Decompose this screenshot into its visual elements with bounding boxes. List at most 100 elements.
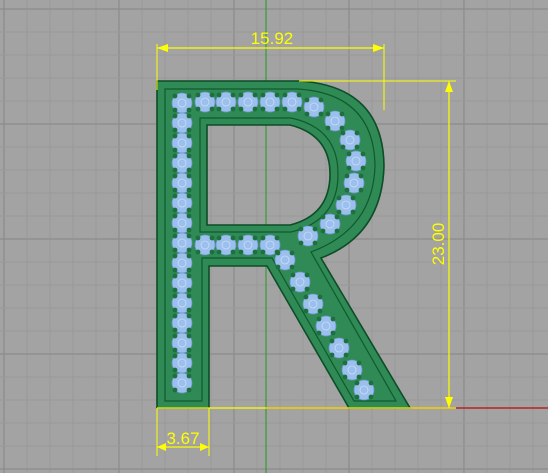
prong: [216, 235, 222, 241]
prong: [172, 227, 178, 233]
prong: [209, 106, 215, 112]
prong: [172, 247, 178, 253]
gem-stone: [171, 372, 193, 394]
prong: [354, 380, 360, 386]
prong: [318, 111, 324, 117]
prong: [274, 92, 280, 98]
prong: [304, 111, 310, 117]
gem-stone: [194, 91, 216, 113]
gem-stone: [171, 352, 193, 374]
prong: [172, 207, 178, 213]
width-dimension-label: 15.92: [251, 29, 294, 48]
prong: [329, 352, 335, 358]
prong: [209, 235, 215, 241]
prong: [289, 250, 295, 256]
prong: [320, 214, 326, 220]
rhino-top-viewport[interactable]: 15.92 23.00 3.67: [0, 0, 548, 473]
prong: [195, 249, 201, 255]
gem-stone: [171, 192, 193, 214]
prong: [186, 133, 192, 139]
gem-stone: [319, 213, 341, 235]
prong: [172, 173, 178, 179]
prong: [316, 330, 322, 336]
prong: [172, 347, 178, 353]
prong: [216, 92, 222, 98]
gem-stone: [343, 172, 365, 194]
prong: [186, 113, 192, 119]
gem-stone: [171, 312, 193, 334]
prong: [172, 387, 178, 393]
prong: [209, 92, 215, 98]
prong: [172, 327, 178, 333]
prong: [296, 106, 302, 112]
prong: [186, 93, 192, 99]
gem-stone: [171, 172, 193, 194]
prong: [172, 93, 178, 99]
prong: [172, 147, 178, 153]
prong: [350, 209, 356, 215]
prong: [186, 153, 192, 159]
prong: [304, 97, 310, 103]
gem-stone: [281, 91, 303, 113]
prong: [195, 92, 201, 98]
prong: [186, 227, 192, 233]
gem-stone: [345, 150, 367, 172]
prong: [329, 338, 335, 344]
prong: [320, 228, 326, 234]
prong: [172, 127, 178, 133]
prong: [186, 327, 192, 333]
prong: [186, 147, 192, 153]
prong: [186, 287, 192, 293]
prong: [317, 308, 323, 314]
prong: [360, 151, 366, 157]
gem-stone: [237, 91, 259, 113]
prong: [298, 240, 304, 246]
gem-stone: [171, 232, 193, 254]
prong: [260, 249, 266, 255]
prong: [230, 249, 236, 255]
gem-stone: [289, 271, 311, 293]
prong: [317, 294, 323, 300]
prong: [343, 352, 349, 358]
prong: [186, 207, 192, 213]
prong: [312, 240, 318, 246]
gem-stone: [171, 112, 193, 134]
prong: [186, 347, 192, 353]
prong: [282, 92, 288, 98]
prong: [356, 360, 362, 366]
prong: [172, 187, 178, 193]
prong: [186, 233, 192, 239]
prong: [186, 387, 192, 393]
prong: [275, 264, 281, 270]
gem-stone: [335, 194, 357, 216]
prong: [354, 394, 360, 400]
gem-stone: [171, 332, 193, 354]
prong: [172, 253, 178, 259]
prong: [216, 106, 222, 112]
prong: [172, 167, 178, 173]
prong: [186, 273, 192, 279]
prong: [346, 151, 352, 157]
prong: [336, 195, 342, 201]
prong: [325, 111, 331, 117]
gem-stone: [324, 110, 346, 132]
prong: [274, 106, 280, 112]
gem-stone: [274, 249, 296, 271]
prong: [186, 353, 192, 359]
prong: [343, 338, 349, 344]
prong: [195, 235, 201, 241]
gem-stone: [171, 132, 193, 154]
prong: [252, 235, 258, 241]
prong: [260, 92, 266, 98]
prong: [186, 107, 192, 113]
prong: [334, 214, 340, 220]
prong: [186, 373, 192, 379]
prong: [186, 367, 192, 373]
gem-stone: [302, 293, 324, 315]
prong: [296, 92, 302, 98]
prong: [304, 272, 310, 278]
prong: [238, 92, 244, 98]
prong: [186, 213, 192, 219]
gem-stone: [303, 96, 325, 118]
prong: [334, 228, 340, 234]
